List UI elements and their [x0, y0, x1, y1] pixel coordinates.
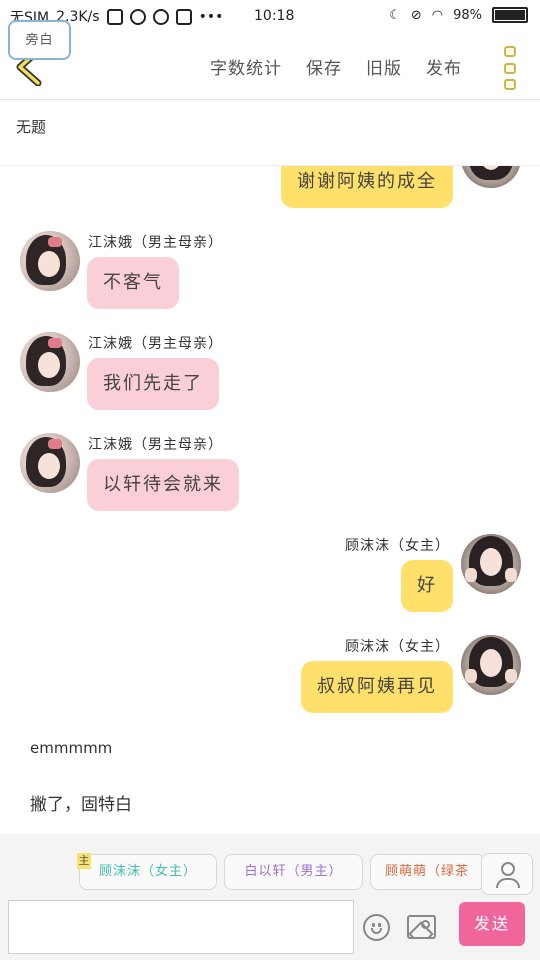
word-count-button[interactable]: 字数统计 [210, 54, 282, 79]
emoji-icon[interactable] [363, 914, 390, 941]
save-button[interactable]: 保存 [306, 54, 342, 79]
speaker-name: 顾沫沫（女主） [345, 538, 450, 554]
role-chip-female-lead[interactable]: 顾沫沫（女主） [79, 854, 217, 890]
story-title-bar[interactable]: 无题 [0, 100, 540, 166]
speaker-name: 江沫娥（男主母亲） [88, 437, 223, 453]
message-bubble[interactable]: 不客气 [87, 257, 179, 309]
avatar-male-lead-mother[interactable] [20, 332, 80, 392]
editor-toolbar: 字数统计 保存 旧版 发布 [0, 34, 540, 100]
avatar-male-lead-mother[interactable] [20, 433, 80, 493]
menu-dot-icon [504, 79, 516, 90]
message-bubble[interactable]: 叔叔阿姨再见 [301, 661, 453, 713]
narration-text[interactable]: emmmmm [30, 739, 112, 757]
role-chip-narrator[interactable]: 旁白 [8, 20, 71, 60]
publish-button[interactable]: 发布 [426, 54, 462, 79]
speaker-name: 江沫娥（男主母亲） [88, 235, 223, 251]
smile-mouth [371, 928, 382, 934]
send-button[interactable]: 发送 [459, 902, 525, 946]
status-right: ☾ ⊘ ◠ 98% [389, 7, 528, 23]
qq-icon-2 [152, 9, 169, 25]
chat-area[interactable]: 谢谢阿姨的成全 江沫娥（男主母亲） 不客气 江沫娥（男主母亲） 我们先走了 江沫… [0, 166, 540, 834]
status-bar: 无SIM 2.3K/s ••• 10:18 ☾ ⊘ ◠ 98% [0, 0, 540, 34]
role-manager-button[interactable] [481, 853, 533, 895]
person-icon [501, 862, 515, 876]
message-bubble[interactable]: 好 [401, 560, 453, 612]
role-chip-male-lead[interactable]: 白以轩（男主） [224, 854, 363, 890]
menu-dot-icon [504, 62, 516, 74]
battery-icon [492, 7, 528, 23]
message-bubble[interactable]: 我们先走了 [87, 358, 219, 410]
narration-text[interactable]: 撇了，固特白 [30, 790, 132, 815]
screenshot-icon [175, 9, 192, 25]
toolbar-actions: 字数统计 保存 旧版 发布 [210, 54, 462, 79]
input-bar: 发送 [0, 898, 540, 960]
old-version-button[interactable]: 旧版 [366, 54, 402, 79]
avatar-female-lead[interactable] [461, 534, 521, 594]
story-title: 无题 [16, 118, 47, 136]
person-icon-body [496, 878, 520, 888]
message-bubble[interactable]: 谢谢阿姨的成全 [281, 166, 453, 208]
image-icon[interactable] [407, 915, 436, 939]
avatar-male-lead-mother[interactable] [20, 231, 80, 291]
mute-icon: ⊘ [410, 7, 422, 23]
more-menu-button[interactable] [504, 46, 518, 90]
wifi-icon: ◠ [431, 7, 444, 23]
battery-percent: 98% [453, 7, 482, 23]
app-notification-icon [106, 9, 123, 25]
qq-icon [129, 9, 146, 25]
avatar-female-lead[interactable] [461, 166, 521, 188]
message-bubble[interactable]: 以轩待会就来 [87, 459, 239, 511]
moon-icon: ☾ [389, 7, 401, 23]
menu-dot-icon [504, 46, 516, 57]
speaker-name: 江沫娥（男主母亲） [88, 336, 223, 352]
status-time: 10:18 [254, 8, 295, 24]
avatar-female-lead[interactable] [461, 635, 521, 695]
lead-role-badge: 主 [77, 853, 91, 869]
message-input[interactable] [8, 900, 354, 954]
role-chip-third[interactable]: 顾萌萌（绿茶 [370, 854, 485, 890]
speaker-name: 顾沫沫（女主） [345, 639, 450, 655]
more-notifications-icon: ••• [198, 9, 224, 25]
